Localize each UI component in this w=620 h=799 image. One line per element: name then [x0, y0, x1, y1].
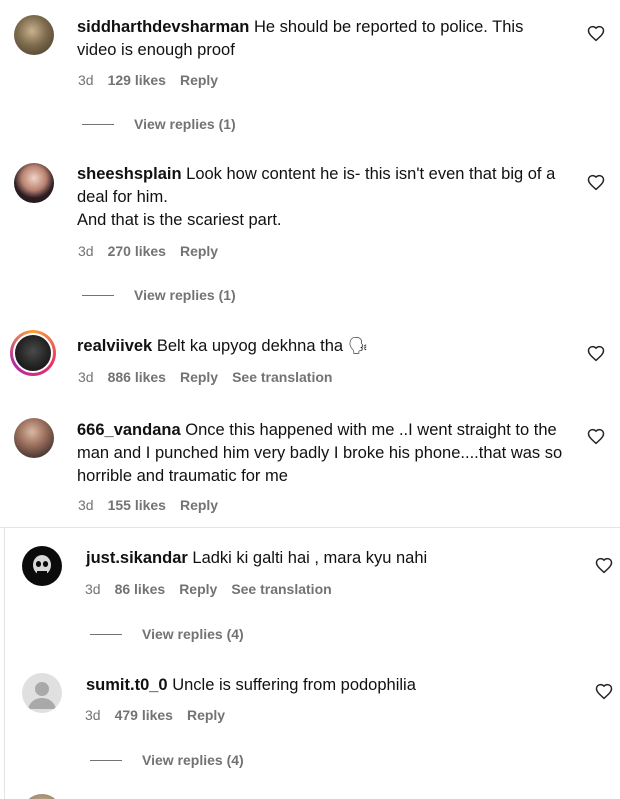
avatar[interactable]: [14, 418, 54, 458]
comment-body: Ladki ki galti hai , mara kyu nahi: [192, 549, 428, 567]
comment-text: just.sikandar Ladki ki galti hai , mara …: [86, 547, 566, 570]
view-replies-button[interactable]: View replies (4): [90, 752, 244, 768]
comment-meta: 3d 479 likes Reply: [85, 707, 225, 723]
reply-button[interactable]: Reply: [180, 72, 218, 88]
comment-text: realviivek Belt ka upyog dekhna tha 🗣: [77, 335, 557, 358]
comment-meta: 3d 129 likes Reply: [78, 72, 218, 88]
comment-meta: 3d 270 likes Reply: [78, 243, 218, 259]
view-replies-button[interactable]: View replies (1): [82, 116, 236, 132]
skull-icon: [33, 555, 51, 575]
likes-count[interactable]: 155 likes: [108, 497, 166, 513]
avatar[interactable]: [22, 794, 62, 799]
avatar[interactable]: [14, 163, 54, 203]
divider-dash: [90, 633, 122, 635]
divider: [4, 527, 5, 799]
username[interactable]: sheeshsplain: [77, 165, 182, 183]
default-avatar-icon: [28, 682, 56, 709]
comment-meta: 3d 155 likes Reply: [78, 497, 218, 513]
username[interactable]: sumit.t0_0: [86, 676, 168, 694]
timestamp: 3d: [78, 369, 94, 385]
likes-count[interactable]: 886 likes: [108, 369, 166, 385]
divider-dash: [82, 294, 114, 296]
comment-body: Belt ka upyog dekhna tha 🗣: [156, 337, 369, 355]
view-replies-button[interactable]: View replies (4): [90, 626, 244, 642]
avatar-story-ring[interactable]: [10, 330, 56, 376]
heart-icon[interactable]: [587, 25, 605, 43]
heart-icon[interactable]: [587, 174, 605, 192]
timestamp: 3d: [85, 581, 101, 597]
view-replies-button[interactable]: View replies (1): [82, 287, 236, 303]
comment-body: Uncle is suffering from podophilia: [172, 676, 416, 694]
avatar[interactable]: [14, 15, 54, 55]
comment-body-line2: And that is the scariest part.: [77, 211, 282, 229]
comment-text: sheeshsplain Look how content he is- thi…: [77, 163, 577, 232]
heart-icon[interactable]: [595, 557, 613, 575]
heart-icon[interactable]: [587, 345, 605, 363]
divider-dash: [82, 123, 114, 125]
username[interactable]: siddharthdevsharman: [77, 18, 249, 36]
timestamp: 3d: [78, 243, 94, 259]
view-replies-label: View replies (4): [142, 626, 244, 642]
heart-icon[interactable]: [587, 428, 605, 446]
reply-button[interactable]: Reply: [180, 497, 218, 513]
likes-count[interactable]: 129 likes: [108, 72, 166, 88]
username[interactable]: realviivek: [77, 337, 152, 355]
reply-button[interactable]: Reply: [187, 707, 225, 723]
see-translation-button[interactable]: See translation: [231, 581, 331, 597]
divider-dash: [90, 759, 122, 761]
likes-count[interactable]: 86 likes: [115, 581, 166, 597]
avatar: [13, 333, 53, 373]
reply-button[interactable]: Reply: [179, 581, 217, 597]
timestamp: 3d: [78, 497, 94, 513]
comment-text: 666_vandana Once this happened with me .…: [77, 419, 577, 488]
reply-button[interactable]: Reply: [180, 369, 218, 385]
username[interactable]: just.sikandar: [86, 549, 188, 567]
comment-meta: 3d 886 likes Reply See translation: [78, 369, 332, 385]
likes-count[interactable]: 270 likes: [108, 243, 166, 259]
reply-button[interactable]: Reply: [180, 243, 218, 259]
view-replies-label: View replies (1): [134, 287, 236, 303]
avatar[interactable]: [22, 673, 62, 713]
comment-meta: 3d 86 likes Reply See translation: [85, 581, 332, 597]
view-replies-label: View replies (1): [134, 116, 236, 132]
heart-icon[interactable]: [595, 683, 613, 701]
avatar[interactable]: [22, 546, 62, 586]
see-translation-button[interactable]: See translation: [232, 369, 332, 385]
username[interactable]: 666_vandana: [77, 421, 181, 439]
likes-count[interactable]: 479 likes: [115, 707, 173, 723]
divider: [0, 527, 620, 528]
comment-text: siddharthdevsharman He should be reporte…: [77, 16, 557, 62]
timestamp: 3d: [78, 72, 94, 88]
view-replies-label: View replies (4): [142, 752, 244, 768]
comment-text: sumit.t0_0 Uncle is suffering from podop…: [86, 674, 566, 697]
timestamp: 3d: [85, 707, 101, 723]
